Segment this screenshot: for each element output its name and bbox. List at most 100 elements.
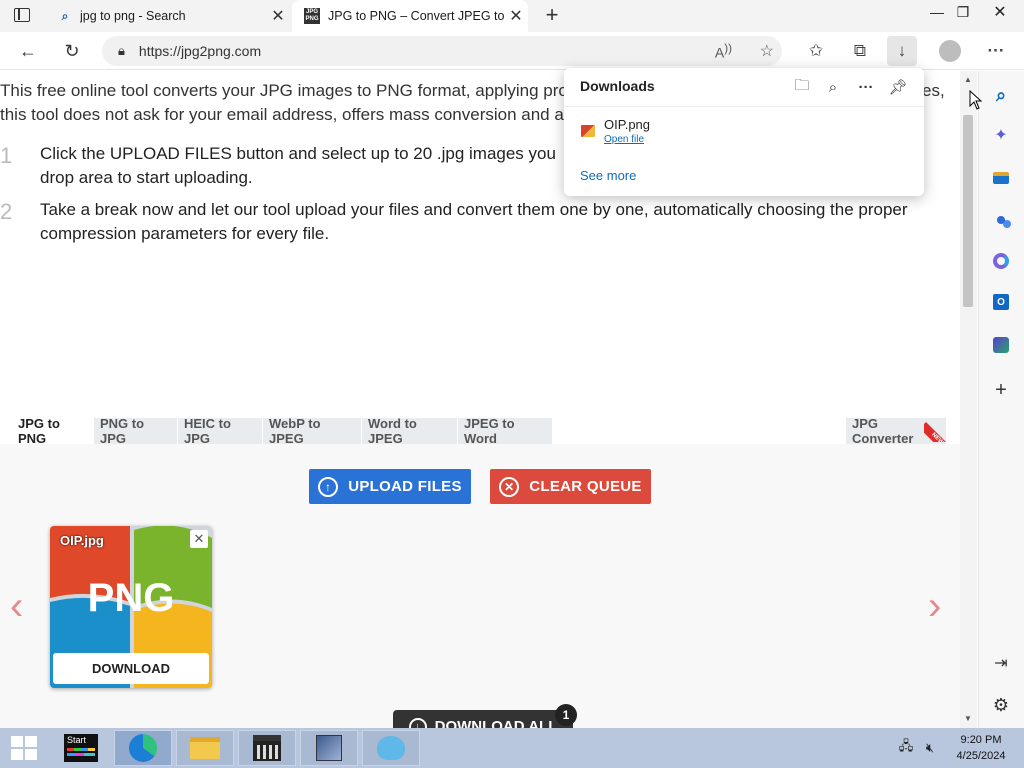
tab-actions-icon[interactable] <box>14 8 30 22</box>
new-ribbon: NEW <box>924 416 950 442</box>
volume-muted-icon[interactable]: 🔇︎ <box>920 728 940 768</box>
upload-files-button[interactable]: ↑ UPLOAD FILES <box>309 469 471 504</box>
tool-tab-jpeg-to-word[interactable]: JPEG to Word <box>458 416 552 446</box>
download-all-button[interactable]: ↓ DOWNLOAD ALL <box>393 710 573 728</box>
close-tab-icon[interactable]: ✕ <box>266 4 290 28</box>
new-ribbon-text: NEW <box>924 422 950 442</box>
paint-taskbar-button[interactable] <box>362 730 420 766</box>
sidebar-settings-icon[interactable]: ⚙ <box>989 693 1013 717</box>
scroll-down-icon[interactable]: ▼ <box>964 714 972 723</box>
folder-icon <box>190 737 220 759</box>
profile-avatar[interactable] <box>935 36 965 66</box>
clock-date: 4/25/2024 <box>956 750 1006 762</box>
paint-icon <box>377 736 405 760</box>
step-line: compression parameters for every file. <box>40 224 330 243</box>
edge-sidebar: ⌕ ✦ O + ⇥ ⚙ <box>978 71 1024 728</box>
settings-more-icon[interactable]: ··· <box>981 36 1011 66</box>
new-tab-button[interactable]: + <box>540 2 564 27</box>
open-folder-icon[interactable]: 🗀︎ <box>791 76 813 98</box>
prev-arrow-icon[interactable]: ‹ <box>10 584 23 629</box>
downloads-title: Downloads <box>580 78 655 94</box>
library-taskbar-button[interactable] <box>238 730 296 766</box>
collections-icon[interactable]: ⧉ <box>845 36 875 66</box>
upload-area[interactable]: ↑ UPLOAD FILES ✕ CLEAR QUEUE ‹ › OIP.jpg… <box>0 444 960 728</box>
tab-jpg2png[interactable]: JPG PNG JPG to PNG – Convert JPEG to P ✕ <box>292 0 528 32</box>
system-clock[interactable]: 9:20 PM 4/25/2024 <box>948 732 1014 764</box>
url-text: https://jpg2png.com <box>138 43 262 59</box>
file-thumbnail: OIP.jpg ✕ PNG DOWNLOAD <box>50 526 212 688</box>
restore-icon[interactable]: ❐ <box>946 0 980 24</box>
step-line: Take a break now and let our tool upload… <box>40 200 908 219</box>
address-bar-row: ← ↻ 🔒︎ https://jpg2png.com A)) ☆ ✩ ⧉ ↓ ·… <box>0 32 1024 70</box>
windows-start-icon[interactable] <box>8 728 40 768</box>
tab-search[interactable]: ⌕ jpg to png - Search ✕ <box>50 0 290 32</box>
search-downloads-icon[interactable]: ⌕ <box>822 76 844 98</box>
step-number: 1 <box>0 143 13 168</box>
tool-tab-png-to-jpg[interactable]: PNG to JPG <box>94 416 177 446</box>
microsoft-365-icon[interactable] <box>989 249 1013 273</box>
downloads-icon[interactable]: ↓ <box>887 36 917 66</box>
download-file-button[interactable]: DOWNLOAD <box>53 653 209 684</box>
scroll-thumb[interactable] <box>963 115 973 307</box>
tool-tab-word-to-jpeg[interactable]: Word to JPEG <box>362 416 457 446</box>
see-more-link[interactable]: See more <box>580 168 636 183</box>
read-aloud-icon[interactable]: A)) <box>715 42 732 61</box>
intro-line-1-end: es, <box>922 81 945 100</box>
thumbnail-format-label: PNG <box>87 576 175 620</box>
open-file-link[interactable]: Open file <box>604 134 644 145</box>
network-icon[interactable]: 🖧︎ <box>896 728 916 768</box>
edge-taskbar-button[interactable] <box>114 730 172 766</box>
add-favorite-icon[interactable]: ☆ <box>760 41 774 61</box>
tool-tab-jpg-to-png[interactable]: JPG to PNG <box>12 416 94 446</box>
remote-app-taskbar-button[interactable] <box>300 730 358 766</box>
upload-arrow-icon: ↑ <box>318 476 339 497</box>
shopping-icon[interactable] <box>989 166 1013 190</box>
mouse-cursor-icon <box>969 90 983 110</box>
page-scrollbar[interactable]: ▲ ▼ <box>960 71 977 728</box>
clear-queue-label: CLEAR QUEUE <box>529 478 642 495</box>
browser-tab-bar: ⌕ jpg to png - Search ✕ JPG PNG JPG to PN… <box>0 0 1024 32</box>
scroll-up-icon[interactable]: ▲ <box>964 75 972 84</box>
downloaded-file-name[interactable]: OIP.png <box>604 117 650 132</box>
close-tab-icon[interactable]: ✕ <box>504 4 528 28</box>
file-explorer-taskbar-button[interactable] <box>176 730 234 766</box>
designer-icon[interactable] <box>989 333 1013 357</box>
edge-icon <box>129 734 157 762</box>
step-text: Take a break now and let our tool upload… <box>40 198 940 246</box>
intro-line-1: This free online tool converts your JPG … <box>0 81 568 100</box>
start-app-button[interactable]: Start <box>62 728 100 768</box>
add-sidebar-app-icon[interactable]: + <box>989 378 1013 402</box>
tool-tab-heic-to-jpg[interactable]: HEIC to JPG <box>178 416 262 446</box>
outlook-icon[interactable]: O <box>989 290 1013 314</box>
lock-icon: 🔒︎ <box>118 43 125 58</box>
clear-queue-button[interactable]: ✕ CLEAR QUEUE <box>490 469 651 504</box>
hide-sidebar-icon[interactable]: ⇥ <box>989 651 1013 675</box>
remote-desktop-icon <box>316 735 342 761</box>
download-all-icon: ↓ <box>408 718 427 728</box>
more-options-icon[interactable]: ··· <box>855 76 877 98</box>
tool-tab-webp-to-jpeg[interactable]: WebP to JPEG <box>263 416 361 446</box>
image-file-icon <box>581 125 595 137</box>
tab-title: jpg to png - Search <box>80 9 186 23</box>
remove-file-icon[interactable]: ✕ <box>190 530 208 548</box>
pin-icon[interactable]: 📌︎ <box>887 76 909 98</box>
close-window-icon[interactable]: ✕ <box>983 0 1017 24</box>
taskbar: Start 🖧︎ 🔇︎ 9:20 PM 4/25/2024 <box>0 728 1024 768</box>
refresh-icon[interactable]: ↻ <box>57 36 87 66</box>
next-arrow-icon[interactable]: › <box>928 584 941 629</box>
search-tab-icon: ⌕ <box>61 8 69 23</box>
divider <box>564 106 924 107</box>
download-count-badge: 1 <box>555 704 577 726</box>
search-icon[interactable]: ⌕ <box>989 83 1013 107</box>
library-icon <box>253 735 281 761</box>
download-all-label: DOWNLOAD ALL <box>434 718 558 728</box>
start-app-label: Start <box>67 735 87 745</box>
copilot-icon[interactable]: ✦ <box>989 123 1013 147</box>
address-field[interactable]: 🔒︎ https://jpg2png.com A)) ☆ <box>102 36 782 66</box>
favorites-icon[interactable]: ✩ <box>801 36 831 66</box>
back-icon[interactable]: ← <box>13 36 43 66</box>
tools-icon[interactable] <box>989 208 1013 232</box>
clear-x-icon: ✕ <box>499 476 520 497</box>
tab-title: JPG to PNG – Convert JPEG to P <box>328 9 504 23</box>
clock-time: 9:20 PM <box>960 734 1002 746</box>
